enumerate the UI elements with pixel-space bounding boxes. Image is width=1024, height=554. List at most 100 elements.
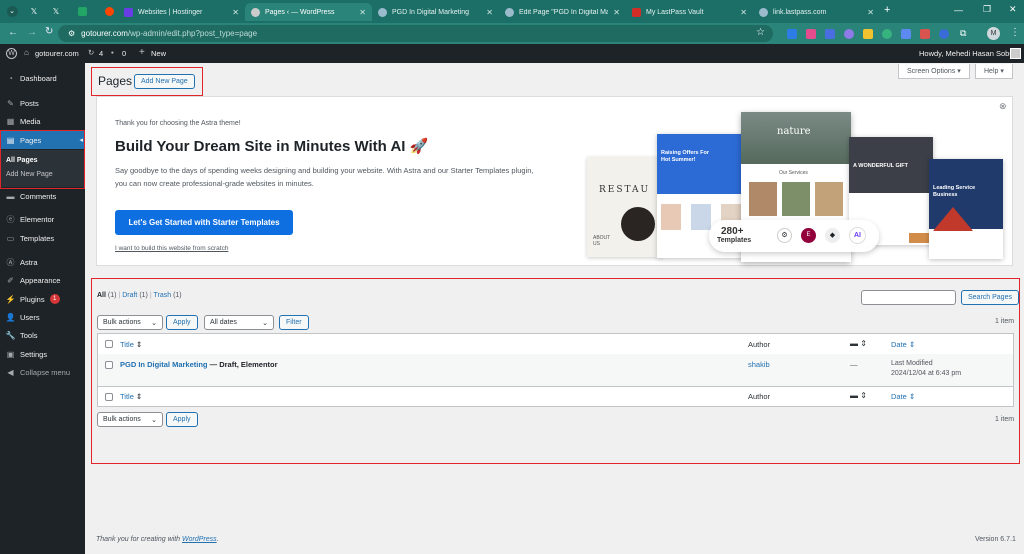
plugins-update-badge: 1	[49, 294, 60, 304]
extension-icon-9[interactable]	[939, 29, 949, 39]
highlight-box-list	[91, 278, 1020, 464]
globe-icon	[759, 7, 768, 17]
sidebar-item-label: Templates	[20, 233, 55, 243]
sidebar-item-templates[interactable]: ▭ Templates	[0, 229, 85, 247]
tab-pages-wordpress[interactable]: Pages ‹ — WordPress ✕	[245, 3, 372, 21]
forward-icon[interactable]: →	[27, 27, 37, 38]
close-icon[interactable]: ✕	[867, 8, 874, 17]
restore-icon[interactable]: ❐	[983, 4, 991, 15]
screen-options-tab[interactable]: Screen Options ▾	[898, 64, 970, 79]
sidebar-item-plugins[interactable]: ⚡ Plugins 1	[0, 290, 85, 308]
nature-text: nature	[777, 126, 811, 137]
comments-icon[interactable]: ▪	[111, 48, 114, 57]
tab-label: Edit Page "PGD In Digital Mark…	[519, 8, 609, 16]
collapse-menu-button[interactable]: ◀ Collapse menu	[0, 363, 85, 381]
x-pinned-tab-icon-2[interactable]: 𝕏	[48, 4, 64, 19]
browser-tab-bar: ⌄ 𝕏 𝕏 Websites | Hostinger ✕ Pages ‹ — W…	[0, 0, 1024, 23]
sidebar-item-label: Plugins	[20, 294, 45, 304]
wp-version: Version 6.7.1	[975, 536, 1016, 543]
sidebar-item-label: Appearance	[20, 275, 61, 285]
browser-menu-icon[interactable]: ⋮	[1010, 27, 1020, 38]
wordpress-link[interactable]: WordPress	[182, 536, 217, 543]
dismiss-icon[interactable]: ⊗	[999, 101, 1007, 112]
reload-icon[interactable]: ↻	[45, 26, 53, 37]
sidebar-item-dashboard[interactable]: ◔ Dashboard	[0, 69, 85, 87]
bookmark-star-icon[interactable]: ☆	[756, 27, 765, 38]
tab-hostinger[interactable]: Websites | Hostinger ✕	[118, 3, 245, 21]
banner-thanks: Thank you for choosing the Astra theme!	[115, 120, 241, 127]
reddit-pinned-tab-icon[interactable]	[101, 4, 117, 19]
lastpass-icon	[632, 7, 641, 17]
sidebar-item-elementor[interactable]: ⓔ Elementor	[0, 210, 85, 228]
sidebar-item-astra[interactable]: Ⓐ Astra	[0, 253, 85, 271]
plug-icon: ⚡	[5, 294, 16, 304]
browser-toolbar: ← → ↻ ⚙ gotourer.com /wp-admin/edit.php?…	[0, 23, 1024, 44]
close-icon[interactable]: ✕	[613, 8, 620, 17]
back-icon[interactable]: ←	[8, 27, 18, 38]
sidebar-item-settings[interactable]: ▣ Settings	[0, 345, 85, 363]
extension-icon-2[interactable]	[806, 29, 816, 39]
sheets-pinned-tab-icon[interactable]	[74, 4, 90, 19]
plus-icon[interactable]: +	[139, 47, 145, 58]
highlight-box-pages-menu	[0, 130, 85, 189]
site-info-icon[interactable]: ⚙	[68, 29, 75, 38]
extension-icon-4[interactable]	[844, 29, 854, 39]
sidebar-item-comments[interactable]: ▬ Comments	[0, 187, 85, 205]
window-close-icon[interactable]: ✕	[1009, 4, 1017, 15]
extension-icon-6[interactable]	[882, 29, 892, 39]
address-bar[interactable]: ⚙ gotourer.com /wp-admin/edit.php?post_t…	[58, 25, 773, 42]
starter-templates-button[interactable]: Let's Get Started with Starter Templates	[115, 210, 293, 235]
sidebar-item-posts[interactable]: ✎ Posts	[0, 94, 85, 112]
new-tab-button[interactable]: +	[884, 4, 890, 16]
extension-icon-3[interactable]	[825, 29, 835, 39]
pin-icon: ✎	[7, 98, 14, 108]
build-from-scratch-link[interactable]: I want to build this website from scratc…	[115, 245, 228, 252]
close-icon[interactable]: ✕	[486, 8, 493, 17]
services-text: Our Services	[779, 170, 808, 176]
wordpress-logo-icon[interactable]: W	[6, 48, 17, 59]
extension-icon-8[interactable]	[920, 29, 930, 39]
footer-thanks: Thank you for creating with WordPress.	[96, 536, 219, 543]
sidebar-item-tools[interactable]: 🔧 Tools	[0, 326, 85, 344]
extension-icon-5[interactable]	[863, 29, 873, 39]
hostinger-icon	[124, 7, 133, 17]
sidebar-item-label: Posts	[20, 98, 39, 108]
tab-label: Pages ‹ — WordPress	[265, 8, 335, 16]
sidebar-item-label: Dashboard	[20, 73, 57, 83]
hero-block	[657, 134, 747, 194]
sidebar-item-media[interactable]: ▦ Media	[0, 112, 85, 130]
extensions-puzzle-icon[interactable]: ⧉	[960, 28, 970, 38]
updates-icon[interactable]: ↻	[88, 48, 94, 57]
sidebar-item-users[interactable]: 👤 Users	[0, 308, 85, 326]
x-pinned-tab-icon[interactable]: 𝕏	[26, 4, 42, 19]
tab-lastpass-link[interactable]: link.lastpass.com ✕	[753, 3, 880, 21]
close-icon[interactable]: ✕	[359, 8, 366, 17]
sidebar-item-appearance[interactable]: ✐ Appearance	[0, 271, 85, 289]
extension-icon-1[interactable]	[787, 29, 797, 39]
url-path: /wp-admin/edit.php?post_type=page	[127, 29, 258, 38]
user-avatar[interactable]	[1010, 48, 1021, 59]
close-icon[interactable]: ✕	[740, 8, 747, 17]
sidebar-item-label: Astra	[20, 257, 38, 267]
comments-count: 0	[122, 49, 127, 58]
templates-count-pill: 280+ Templates ⚙ E ◆ AI	[709, 220, 879, 252]
extension-icon-7[interactable]	[901, 29, 911, 39]
tab-lastpass-vault[interactable]: My LastPass Vault ✕	[626, 3, 753, 21]
tab-pgd[interactable]: PGD In Digital Marketing ✕	[372, 3, 499, 21]
folder-icon: ▭	[6, 233, 15, 243]
brush-icon: ✐	[7, 275, 14, 285]
new-content-link[interactable]: New	[151, 49, 166, 58]
tab-edit-page[interactable]: Edit Page "PGD In Digital Mark… ✕	[499, 3, 626, 21]
profile-avatar[interactable]: M	[987, 27, 1000, 40]
tab-label: PGD In Digital Marketing	[392, 8, 470, 16]
minimize-icon[interactable]: —	[954, 5, 963, 15]
restaurant-template-preview: RESTAU ABOUT US	[587, 157, 662, 257]
dashboard-icon: ◔	[8, 73, 13, 83]
site-name-link[interactable]: gotourer.com	[35, 49, 79, 58]
close-icon[interactable]: ✕	[232, 8, 239, 17]
howdy-user[interactable]: Howdy, Mehedi Hasan Sobuj	[919, 49, 1015, 58]
wrench-icon: 🔧	[5, 330, 16, 340]
help-tab[interactable]: Help ▾	[975, 64, 1013, 79]
restaurant-text: RESTAU	[599, 185, 651, 195]
tab-search-icon[interactable]: ⌄	[4, 4, 20, 19]
